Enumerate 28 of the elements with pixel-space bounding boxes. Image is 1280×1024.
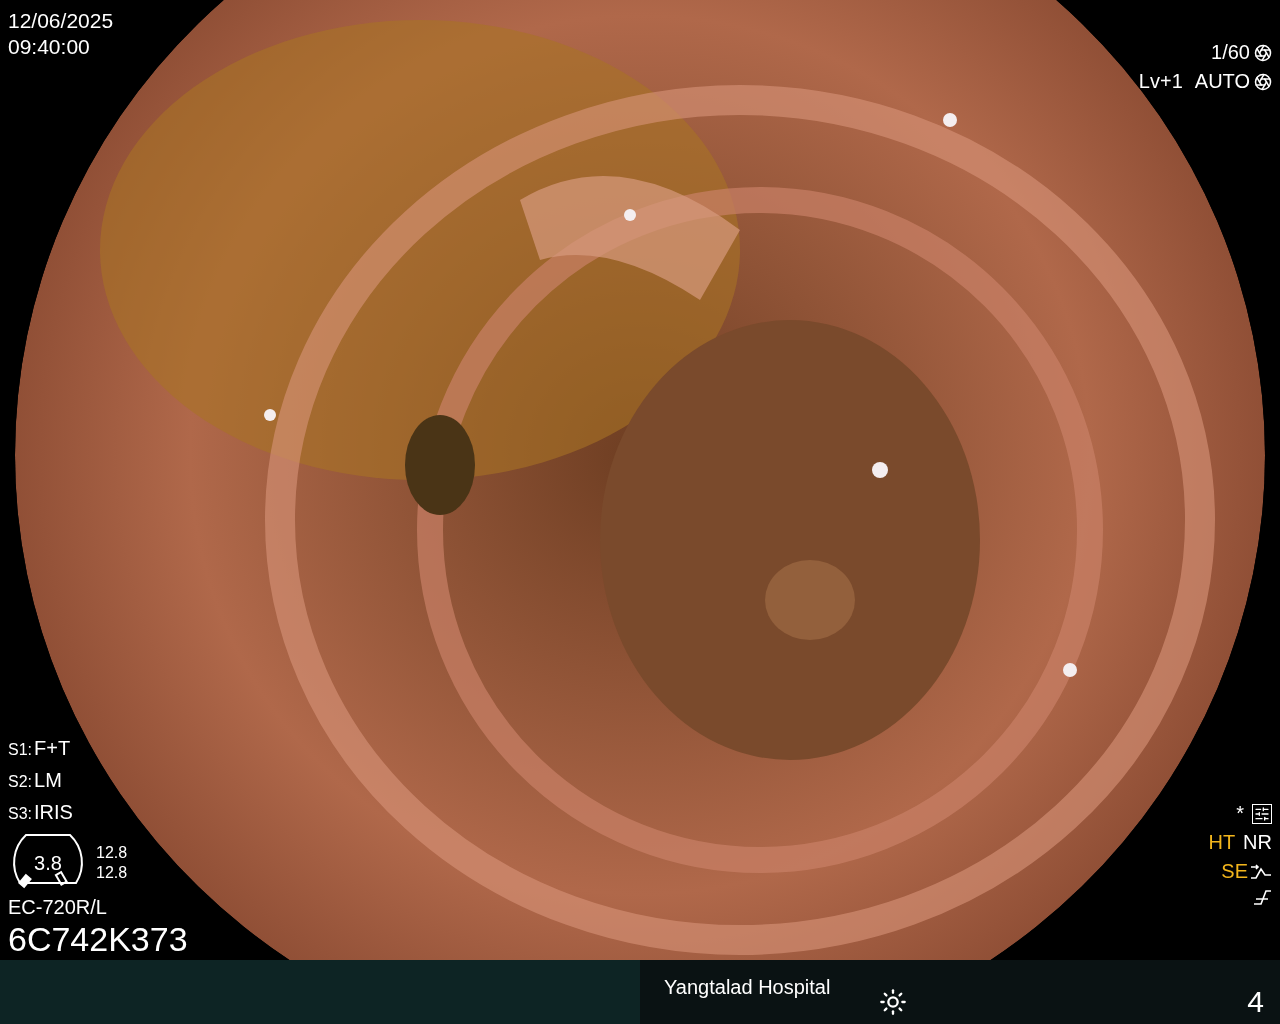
zoom-value: 3.8 (34, 853, 62, 873)
switch-key: S1: (8, 738, 32, 762)
scope-model: EC-720R/L (8, 895, 108, 920)
iris-mode: AUTO (1194, 69, 1250, 94)
enhancement-mode: NR (1243, 830, 1272, 855)
enhancement-mode: SE (1221, 859, 1248, 884)
time-text: 09:40:00 (8, 34, 91, 61)
zoom-reading: 12.8 (96, 843, 128, 863)
light-level: Lv+1 (1138, 69, 1183, 94)
enhancement-mode: HT (1208, 830, 1236, 855)
switch-value: IRIS (34, 800, 73, 825)
switch-key: S2: (8, 770, 32, 794)
shutter-icon (1254, 43, 1272, 62)
filter-curve-icon (1252, 888, 1272, 908)
curve-icon (1250, 862, 1272, 881)
zoom-reading: 12.8 (96, 863, 128, 883)
switch-value: F+T (34, 736, 71, 761)
lamp-icon (879, 988, 908, 1016)
hospital-name: Yangtalad Hospital (664, 975, 831, 1000)
image-counter: 4 (1247, 983, 1264, 1020)
scope-serial: 6C742K373 (8, 922, 188, 956)
iris-icon (1254, 72, 1272, 91)
switch-key: S3: (8, 802, 32, 826)
settings-icon (1252, 803, 1272, 824)
date-text: 12/06/2025 (8, 8, 115, 34)
shutter-speed: 1/60 (1211, 40, 1250, 65)
enhancement-mark: * (1236, 801, 1244, 826)
switch-value: LM (34, 768, 62, 793)
